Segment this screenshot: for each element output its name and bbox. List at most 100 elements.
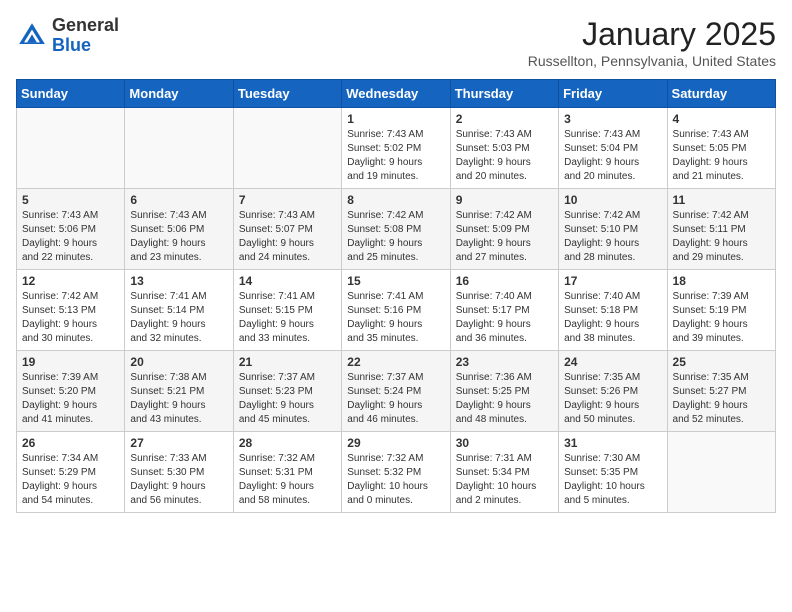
day-number: 18: [673, 274, 770, 288]
calendar-week-row: 12Sunrise: 7:42 AM Sunset: 5:13 PM Dayli…: [17, 270, 776, 351]
calendar-cell: 26 Sunrise: 7:34 AM Sunset: 5:29 PM Dayli…: [17, 432, 125, 513]
calendar-cell: 28 Sunrise: 7:32 AM Sunset: 5:31 PM Dayli…: [233, 432, 341, 513]
weekday-header: Tuesday: [233, 80, 341, 108]
calendar-week-row: 1 Sunrise: 7:43 AM Sunset: 5:02 PM Daylig…: [17, 108, 776, 189]
day-number: 16: [456, 274, 553, 288]
page-header: General Blue January 2025 Russellton, Pe…: [16, 16, 776, 69]
calendar-cell: 1 Sunrise: 7:43 AM Sunset: 5:02 PM Daylig…: [342, 108, 450, 189]
calendar-cell: 16 Sunrise: 7:40 AM Sunset: 5:17 PM Dayli…: [450, 270, 558, 351]
day-info: Sunrise: 7:43 AM Sunset: 5:05 PM Dayligh…: [673, 128, 770, 184]
day-number: 4: [673, 112, 770, 126]
day-number: 5: [22, 193, 119, 207]
calendar-cell: 13 Sunrise: 7:41 AM Sunset: 5:14 PM Dayli…: [125, 270, 233, 351]
calendar-cell: 23 Sunrise: 7:36 AM Sunset: 5:25 PM Dayli…: [450, 351, 558, 432]
calendar-cell: 27 Sunrise: 7:33 AM Sunset: 5:30 PM Dayli…: [125, 432, 233, 513]
day-number: 12: [22, 274, 119, 288]
day-number: 30: [456, 436, 553, 450]
day-number: 19: [22, 355, 119, 369]
location-text: Russellton, Pennsylvania, United States: [528, 53, 776, 69]
calendar-cell: [667, 432, 775, 513]
day-info: Sunrise: 7:30 AM Sunset: 5:35 PM Dayligh…: [564, 452, 661, 508]
weekday-header: Thursday: [450, 80, 558, 108]
calendar-cell: 12Sunrise: 7:42 AM Sunset: 5:13 PM Dayli…: [17, 270, 125, 351]
day-number: 11: [673, 193, 770, 207]
calendar-cell: [125, 108, 233, 189]
day-info: Sunrise: 7:41 AM Sunset: 5:15 PM Dayligh…: [239, 290, 336, 346]
logo-general-text: General: [52, 16, 119, 36]
day-info: Sunrise: 7:42 AM Sunset: 5:08 PM Dayligh…: [347, 209, 444, 265]
day-info: Sunrise: 7:43 AM Sunset: 5:07 PM Dayligh…: [239, 209, 336, 265]
calendar-header-row: SundayMondayTuesdayWednesdayThursdayFrid…: [17, 80, 776, 108]
day-number: 20: [130, 355, 227, 369]
day-number: 27: [130, 436, 227, 450]
day-info: Sunrise: 7:35 AM Sunset: 5:26 PM Dayligh…: [564, 371, 661, 427]
day-number: 21: [239, 355, 336, 369]
day-info: Sunrise: 7:40 AM Sunset: 5:17 PM Dayligh…: [456, 290, 553, 346]
day-info: Sunrise: 7:34 AM Sunset: 5:29 PM Dayligh…: [22, 452, 119, 508]
day-number: 13: [130, 274, 227, 288]
calendar-cell: 10Sunrise: 7:42 AM Sunset: 5:10 PM Dayli…: [559, 189, 667, 270]
weekday-header: Friday: [559, 80, 667, 108]
calendar-cell: 18 Sunrise: 7:39 AM Sunset: 5:19 PM Dayli…: [667, 270, 775, 351]
weekday-header: Monday: [125, 80, 233, 108]
day-info: Sunrise: 7:32 AM Sunset: 5:31 PM Dayligh…: [239, 452, 336, 508]
calendar-cell: 5Sunrise: 7:43 AM Sunset: 5:06 PM Daylig…: [17, 189, 125, 270]
calendar-cell: [17, 108, 125, 189]
calendar-cell: 24Sunrise: 7:35 AM Sunset: 5:26 PM Dayli…: [559, 351, 667, 432]
day-info: Sunrise: 7:37 AM Sunset: 5:23 PM Dayligh…: [239, 371, 336, 427]
day-info: Sunrise: 7:43 AM Sunset: 5:03 PM Dayligh…: [456, 128, 553, 184]
month-title: January 2025: [528, 16, 776, 53]
day-info: Sunrise: 7:41 AM Sunset: 5:16 PM Dayligh…: [347, 290, 444, 346]
day-info: Sunrise: 7:42 AM Sunset: 5:11 PM Dayligh…: [673, 209, 770, 265]
calendar-cell: 22Sunrise: 7:37 AM Sunset: 5:24 PM Dayli…: [342, 351, 450, 432]
calendar-cell: 19 Sunrise: 7:39 AM Sunset: 5:20 PM Dayli…: [17, 351, 125, 432]
weekday-header: Sunday: [17, 80, 125, 108]
day-info: Sunrise: 7:41 AM Sunset: 5:14 PM Dayligh…: [130, 290, 227, 346]
day-number: 26: [22, 436, 119, 450]
calendar-cell: 20Sunrise: 7:38 AM Sunset: 5:21 PM Dayli…: [125, 351, 233, 432]
day-number: 8: [347, 193, 444, 207]
day-info: Sunrise: 7:33 AM Sunset: 5:30 PM Dayligh…: [130, 452, 227, 508]
calendar-table: SundayMondayTuesdayWednesdayThursdayFrid…: [16, 79, 776, 513]
calendar-week-row: 26 Sunrise: 7:34 AM Sunset: 5:29 PM Dayli…: [17, 432, 776, 513]
calendar-cell: 8 Sunrise: 7:42 AM Sunset: 5:08 PM Daylig…: [342, 189, 450, 270]
day-info: Sunrise: 7:39 AM Sunset: 5:20 PM Dayligh…: [22, 371, 119, 427]
weekday-header: Wednesday: [342, 80, 450, 108]
day-number: 6: [130, 193, 227, 207]
day-number: 17: [564, 274, 661, 288]
day-number: 15: [347, 274, 444, 288]
calendar-cell: 4 Sunrise: 7:43 AM Sunset: 5:05 PM Daylig…: [667, 108, 775, 189]
day-info: Sunrise: 7:43 AM Sunset: 5:02 PM Dayligh…: [347, 128, 444, 184]
calendar-cell: 17Sunrise: 7:40 AM Sunset: 5:18 PM Dayli…: [559, 270, 667, 351]
calendar-cell: 14 Sunrise: 7:41 AM Sunset: 5:15 PM Dayli…: [233, 270, 341, 351]
day-info: Sunrise: 7:36 AM Sunset: 5:25 PM Dayligh…: [456, 371, 553, 427]
day-number: 23: [456, 355, 553, 369]
day-number: 10: [564, 193, 661, 207]
day-info: Sunrise: 7:32 AM Sunset: 5:32 PM Dayligh…: [347, 452, 444, 508]
calendar-cell: 30 Sunrise: 7:31 AM Sunset: 5:34 PM Dayli…: [450, 432, 558, 513]
calendar-cell: 6Sunrise: 7:43 AM Sunset: 5:06 PM Daylig…: [125, 189, 233, 270]
day-info: Sunrise: 7:35 AM Sunset: 5:27 PM Dayligh…: [673, 371, 770, 427]
day-number: 25: [673, 355, 770, 369]
day-number: 28: [239, 436, 336, 450]
logo: General Blue: [16, 16, 119, 56]
calendar-cell: 31 Sunrise: 7:30 AM Sunset: 5:35 PM Dayli…: [559, 432, 667, 513]
day-number: 31: [564, 436, 661, 450]
day-number: 2: [456, 112, 553, 126]
calendar-cell: 11 Sunrise: 7:42 AM Sunset: 5:11 PM Dayli…: [667, 189, 775, 270]
day-number: 14: [239, 274, 336, 288]
calendar-week-row: 19 Sunrise: 7:39 AM Sunset: 5:20 PM Dayli…: [17, 351, 776, 432]
calendar-week-row: 5Sunrise: 7:43 AM Sunset: 5:06 PM Daylig…: [17, 189, 776, 270]
calendar-cell: 15 Sunrise: 7:41 AM Sunset: 5:16 PM Dayli…: [342, 270, 450, 351]
day-number: 9: [456, 193, 553, 207]
weekday-header: Saturday: [667, 80, 775, 108]
title-area: January 2025 Russellton, Pennsylvania, U…: [528, 16, 776, 69]
day-number: 29: [347, 436, 444, 450]
calendar-cell: 3Sunrise: 7:43 AM Sunset: 5:04 PM Daylig…: [559, 108, 667, 189]
day-info: Sunrise: 7:31 AM Sunset: 5:34 PM Dayligh…: [456, 452, 553, 508]
calendar-cell: 21 Sunrise: 7:37 AM Sunset: 5:23 PM Dayli…: [233, 351, 341, 432]
day-number: 1: [347, 112, 444, 126]
day-info: Sunrise: 7:39 AM Sunset: 5:19 PM Dayligh…: [673, 290, 770, 346]
calendar-cell: 25 Sunrise: 7:35 AM Sunset: 5:27 PM Dayli…: [667, 351, 775, 432]
calendar-cell: 29 Sunrise: 7:32 AM Sunset: 5:32 PM Dayli…: [342, 432, 450, 513]
